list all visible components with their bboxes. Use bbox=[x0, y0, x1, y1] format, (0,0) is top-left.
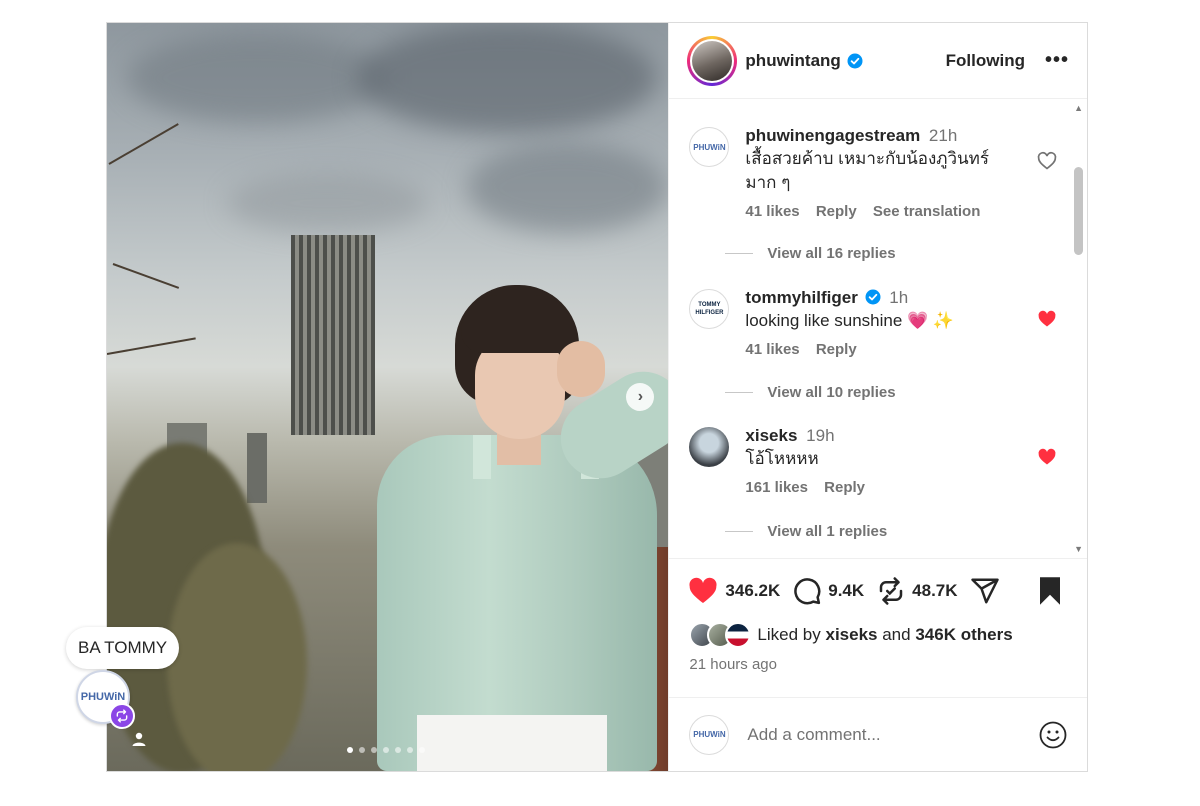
comment-time: 21h bbox=[928, 126, 958, 145]
post-side-panel: phuwintang Following ••• ▲ ▼ PHUWiN phuw… bbox=[668, 23, 1087, 771]
repost-button[interactable]: 48.7K bbox=[876, 576, 958, 606]
comment-avatar[interactable]: TOMMY HILFIGER bbox=[689, 289, 730, 329]
comment-time: 1h bbox=[889, 288, 909, 307]
heart-icon[interactable] bbox=[1037, 447, 1057, 472]
comment-item: TOMMY HILFIGER tommyhilfiger 1h looking … bbox=[689, 287, 1056, 358]
reply-button[interactable]: Reply bbox=[824, 479, 865, 496]
see-translation-button[interactable]: See translation bbox=[873, 203, 981, 220]
comment-time: 19h bbox=[806, 426, 835, 445]
comment-text: เสื้อสวยค้าบ เหมาะกับน้องภูวินทร์มาก ๆ bbox=[745, 149, 989, 192]
view-replies-label: View all 16 replies bbox=[767, 245, 896, 262]
floating-bubble-label[interactable]: BA TOMMY bbox=[66, 627, 180, 669]
comment-likes[interactable]: 41 likes bbox=[745, 203, 799, 220]
heart-icon bbox=[689, 577, 717, 603]
post-dialog: › phuwintang Following ••• ▲ ▼ PHUWiN ph… bbox=[106, 22, 1088, 772]
like-button[interactable]: 346.2K bbox=[687, 575, 780, 607]
comment-item: xiseks 19h โอ้โหหหห 161 likes Reply bbox=[689, 425, 1056, 496]
view-replies-label: View all 1 replies bbox=[767, 523, 888, 540]
carousel-dot bbox=[359, 747, 365, 753]
comments-list[interactable]: ▲ ▼ PHUWiN phuwinengagestream 21h เสื้อส… bbox=[669, 99, 1087, 558]
scroll-up-arrow[interactable]: ▲ bbox=[1074, 103, 1083, 113]
reply-button[interactable]: Reply bbox=[816, 341, 857, 358]
comment-text: โอ้โหหหห bbox=[745, 449, 819, 468]
post-time[interactable]: 21 hours ago bbox=[669, 648, 1087, 673]
repost-count: 48.7K bbox=[912, 580, 958, 600]
comment-item: PHUWiN phuwinengagestream 21h เสื้อสวยค้… bbox=[689, 125, 1057, 220]
verified-icon bbox=[847, 53, 863, 69]
repost-badge-icon bbox=[109, 703, 135, 729]
comment-likes[interactable]: 161 likes bbox=[745, 479, 808, 496]
user-tag-icon[interactable] bbox=[131, 731, 147, 747]
view-replies-label: View all 10 replies bbox=[767, 384, 896, 401]
heart-icon[interactable] bbox=[1037, 309, 1057, 334]
comment-username[interactable]: phuwinengagestream bbox=[745, 126, 920, 145]
comment-likes[interactable]: 41 likes bbox=[745, 341, 799, 358]
view-replies-button[interactable]: View all 10 replies bbox=[725, 384, 896, 401]
liker-avatar[interactable] bbox=[725, 622, 752, 648]
liked-by-others[interactable]: 346K others bbox=[915, 625, 1012, 644]
person-figure bbox=[357, 285, 669, 771]
emoji-icon[interactable] bbox=[1039, 721, 1067, 749]
following-button[interactable]: Following bbox=[946, 51, 1025, 71]
comment-avatar[interactable]: PHUWiN bbox=[689, 127, 730, 167]
bookmark-icon bbox=[1040, 576, 1060, 605]
chevron-right-icon: › bbox=[637, 388, 644, 405]
scrollbar-thumb[interactable] bbox=[1074, 167, 1083, 255]
carousel-dot bbox=[419, 747, 425, 753]
like-count: 346.2K bbox=[725, 580, 781, 600]
add-comment-bar: PHUWiN bbox=[669, 697, 1087, 771]
verified-icon bbox=[865, 289, 881, 305]
scroll-down-arrow[interactable]: ▼ bbox=[1074, 544, 1083, 554]
carousel-dot bbox=[383, 747, 389, 753]
action-bar: 346.2K 9.4K 48.7K bbox=[669, 558, 1087, 622]
post-photo[interactable]: › bbox=[107, 23, 669, 771]
carousel-dots bbox=[347, 747, 425, 753]
comment-text: looking like sunshine 💗 ✨ bbox=[745, 311, 955, 330]
heart-icon[interactable] bbox=[1037, 151, 1057, 176]
liked-by-user[interactable]: xiseks bbox=[825, 625, 877, 644]
share-icon bbox=[970, 578, 999, 603]
author-username[interactable]: phuwintang bbox=[745, 51, 840, 71]
carousel-dot bbox=[371, 747, 377, 753]
comment-avatar[interactable] bbox=[689, 427, 730, 467]
comment-input[interactable] bbox=[745, 723, 1039, 746]
carousel-dot bbox=[407, 747, 413, 753]
liked-by-and: and bbox=[882, 625, 911, 644]
view-replies-button[interactable]: View all 16 replies bbox=[725, 245, 896, 262]
my-avatar[interactable]: PHUWiN bbox=[689, 714, 730, 755]
comment-username[interactable]: tommyhilfiger bbox=[745, 288, 857, 307]
carousel-dot bbox=[395, 747, 401, 753]
author-avatar[interactable] bbox=[687, 35, 738, 86]
comment-icon bbox=[794, 577, 821, 604]
share-button[interactable] bbox=[970, 576, 1006, 606]
comment-count: 9.4K bbox=[828, 580, 865, 600]
post-header: phuwintang Following ••• bbox=[669, 23, 1087, 99]
comment-username[interactable]: xiseks bbox=[745, 426, 797, 445]
liked-by: Liked by xiseks and 346K others bbox=[669, 622, 1087, 648]
reply-button[interactable]: Reply bbox=[816, 203, 857, 220]
repost-icon bbox=[879, 576, 903, 605]
carousel-dot bbox=[347, 747, 353, 753]
liked-by-prefix: Liked by bbox=[757, 625, 821, 644]
view-replies-button[interactable]: View all 1 replies bbox=[725, 523, 887, 540]
comment-button[interactable]: 9.4K bbox=[792, 576, 864, 606]
bookmark-button[interactable] bbox=[1037, 576, 1069, 606]
more-icon[interactable]: ••• bbox=[1045, 49, 1069, 72]
